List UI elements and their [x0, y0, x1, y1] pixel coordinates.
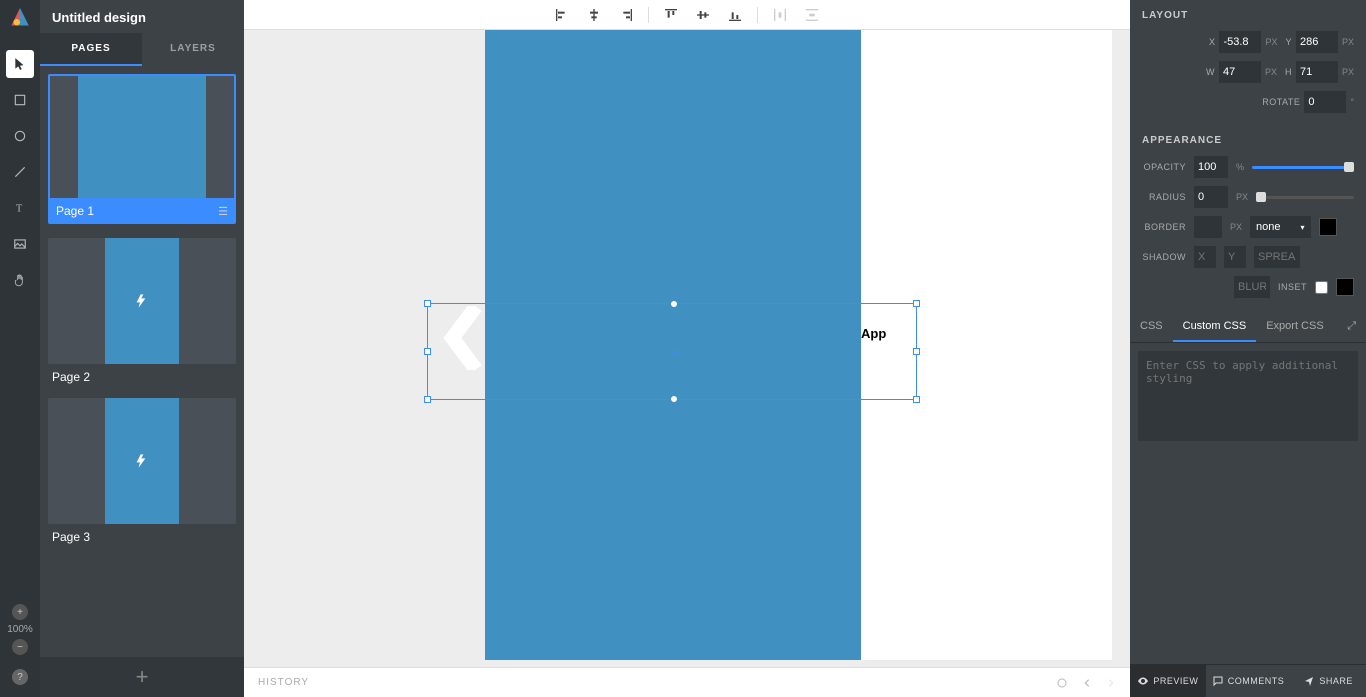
shadow-blur-input[interactable] — [1234, 276, 1270, 298]
select-tool[interactable] — [6, 50, 34, 78]
page-menu-icon[interactable]: ☰ — [218, 205, 228, 218]
properties-panel: LAYOUT X PX Y PX W PX H PX — [1130, 0, 1366, 697]
layout-section-title: LAYOUT — [1130, 0, 1366, 27]
selection-box[interactable]: + — [427, 303, 917, 400]
lightning-icon — [134, 293, 150, 309]
left-panel-tabs: PAGES LAYERS — [40, 33, 244, 66]
pages-list: Page 1 ☰ Page 2 Page 3 — [40, 66, 244, 657]
zoom-level: 100% — [7, 624, 33, 635]
y-input[interactable] — [1296, 31, 1338, 53]
distribute-v-icon — [802, 5, 822, 25]
shadow-spread-input[interactable] — [1254, 246, 1300, 268]
line-tool[interactable] — [6, 158, 34, 186]
comments-button[interactable]: COMMENTS — [1206, 665, 1291, 697]
tab-pages[interactable]: PAGES — [40, 33, 142, 66]
comment-icon — [1212, 675, 1224, 687]
preview-button[interactable]: PREVIEW — [1130, 665, 1206, 697]
app-logo[interactable] — [7, 6, 33, 32]
tab-custom-css[interactable]: Custom CSS — [1173, 312, 1257, 342]
radius-slider[interactable] — [1256, 196, 1354, 199]
opacity-input[interactable] — [1194, 156, 1228, 178]
share-icon — [1303, 675, 1315, 687]
rectangle-tool[interactable] — [6, 86, 34, 114]
radius-input[interactable] — [1194, 186, 1228, 208]
page-label: Page 3 — [52, 530, 90, 544]
w-input[interactable] — [1219, 61, 1261, 83]
canvas[interactable]: App + — [244, 30, 1130, 667]
border-style-select[interactable]: none▾ — [1250, 216, 1311, 238]
align-center-v-icon[interactable] — [693, 5, 713, 25]
help-button[interactable]: ? — [12, 669, 28, 685]
align-center-h-icon[interactable] — [584, 5, 604, 25]
eye-icon — [1137, 675, 1149, 687]
distribute-h-icon — [770, 5, 790, 25]
share-button[interactable]: SHARE — [1290, 665, 1366, 697]
zoom-in-button[interactable]: + — [12, 604, 28, 620]
align-bottom-icon[interactable] — [725, 5, 745, 25]
x-input[interactable] — [1219, 31, 1261, 53]
shadow-x-input[interactable] — [1194, 246, 1216, 268]
opacity-slider[interactable] — [1252, 166, 1354, 169]
shadow-color-swatch[interactable] — [1336, 278, 1354, 296]
history-back-icon[interactable] — [1082, 677, 1092, 689]
lightning-icon — [134, 453, 150, 469]
appearance-section-title: APPEARANCE — [1130, 125, 1366, 152]
history-circle-icon[interactable] — [1056, 677, 1068, 689]
history-bar: HISTORY — [244, 667, 1130, 697]
design-title[interactable]: Untitled design — [40, 0, 244, 33]
page-label: Page 1 — [56, 204, 94, 218]
tab-layers[interactable]: LAYERS — [142, 33, 244, 66]
align-right-icon[interactable] — [616, 5, 636, 25]
css-label: CSS — [1130, 312, 1173, 342]
history-forward-icon — [1106, 677, 1116, 689]
alignment-toolbar — [244, 0, 1130, 30]
shadow-y-input[interactable] — [1224, 246, 1246, 268]
align-left-icon[interactable] — [552, 5, 572, 25]
svg-text:T: T — [16, 204, 23, 215]
ellipse-tool[interactable] — [6, 122, 34, 150]
h-input[interactable] — [1296, 61, 1338, 83]
expand-css-icon[interactable]: ⤢ — [1337, 312, 1366, 342]
page-label: Page 2 — [52, 370, 90, 384]
image-tool[interactable] — [6, 230, 34, 258]
canvas-area: App + HISTORY — [244, 0, 1130, 697]
hand-tool[interactable] — [6, 266, 34, 294]
border-color-swatch[interactable] — [1319, 218, 1337, 236]
custom-css-textarea[interactable] — [1138, 351, 1358, 441]
tool-toolbar: T + 100% − ? — [0, 0, 40, 697]
text-tool[interactable]: T — [6, 194, 34, 222]
rotate-input[interactable] — [1304, 91, 1346, 113]
plus-icon: + — [670, 344, 678, 359]
history-label[interactable]: HISTORY — [258, 677, 309, 688]
page-thumb-1[interactable]: Page 1 ☰ — [48, 74, 236, 224]
page-thumb-2[interactable]: Page 2 — [48, 238, 236, 384]
border-width-input[interactable] — [1194, 216, 1222, 238]
page-thumb-3[interactable]: Page 3 — [48, 398, 236, 544]
tab-export-css[interactable]: Export CSS — [1256, 312, 1333, 342]
align-top-icon[interactable] — [661, 5, 681, 25]
shadow-inset-checkbox[interactable] — [1315, 281, 1328, 294]
zoom-out-button[interactable]: − — [12, 639, 28, 655]
left-panel: Untitled design PAGES LAYERS Page 1 ☰ Pag… — [40, 0, 244, 697]
add-page-button[interactable]: + — [40, 657, 244, 697]
